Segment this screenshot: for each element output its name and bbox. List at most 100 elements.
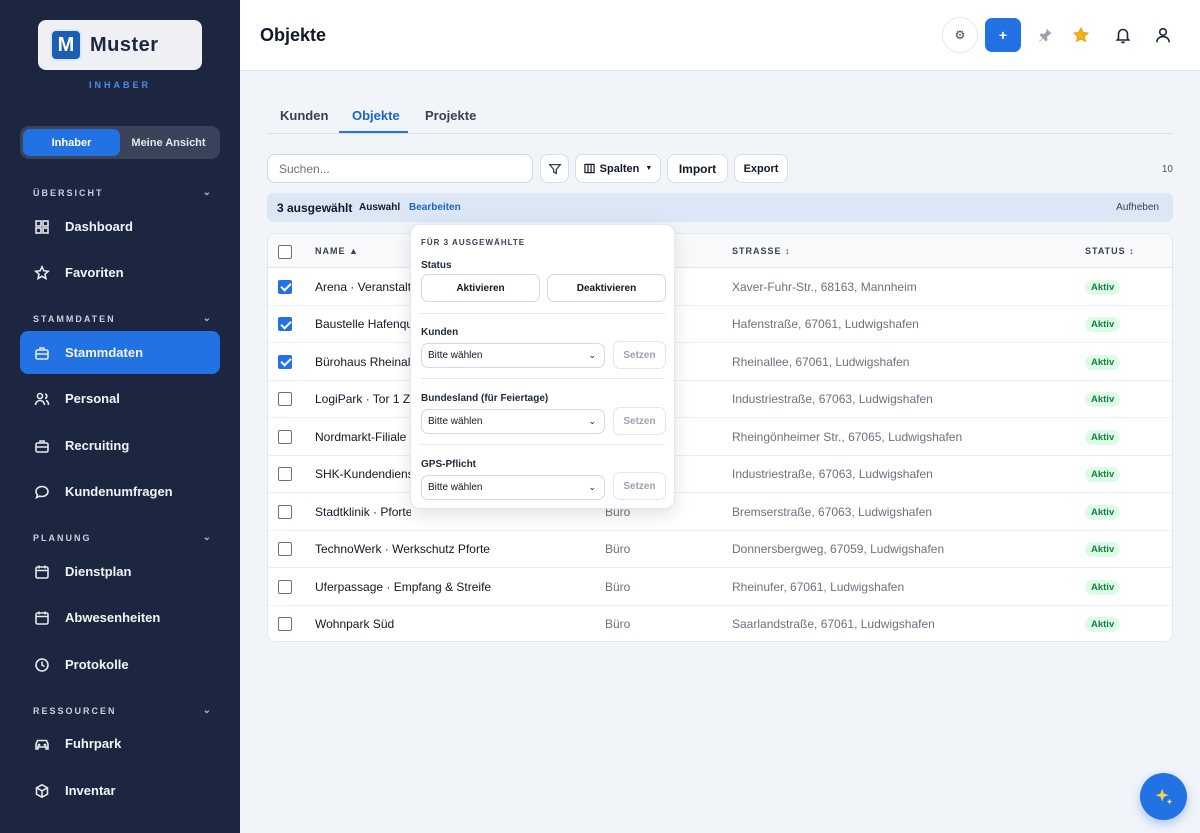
ai-assistant-button[interactable] — [1140, 773, 1187, 820]
kunden-select[interactable]: Bitte wählen ⌄ — [421, 343, 605, 368]
selection-bar: 3 ausgewählt Auswahl Bearbeiten Aufheben — [267, 193, 1173, 222]
column-header-name[interactable]: NAME ▲ — [315, 246, 359, 256]
toggle-meine-ansicht[interactable]: Meine Ansicht — [120, 129, 217, 156]
kunden-set-button[interactable]: Setzen — [613, 341, 666, 369]
sidebar-item-dashboard[interactable]: Dashboard — [20, 205, 220, 248]
row-name[interactable]: SHK-Kundendienst — [315, 467, 411, 481]
sidebar-item-fuhrpark[interactable]: Fuhrpark — [20, 722, 220, 765]
sidebar-item-inventar[interactable]: Inventar — [20, 769, 220, 812]
status-badge: Aktiv — [1085, 317, 1121, 333]
row-name[interactable]: Nordmarkt-Filiale — [315, 430, 411, 444]
sidebar-item-label: Abwesenheiten — [65, 610, 161, 625]
row-checkbox[interactable] — [278, 317, 292, 332]
table-row[interactable]: Wohnpark Süd Büro Saarlandstraße, 67061, L… — [268, 606, 1172, 642]
row-checkbox[interactable] — [278, 504, 292, 519]
row-name[interactable]: Stadtklinik · Pforte — [315, 505, 411, 519]
row-checkbox[interactable] — [278, 579, 292, 594]
table-row[interactable]: Uferpassage · Empfang & Streife Büro Rhein… — [268, 568, 1172, 606]
row-name[interactable]: Wohnpark Süd — [315, 617, 585, 631]
plus-icon: + — [998, 27, 1008, 43]
row-name[interactable]: Bürohaus Rheinallee — [315, 355, 411, 369]
status-badge: Aktiv — [1085, 579, 1121, 595]
sidebar-item-dienstplan[interactable]: Dienstplan — [20, 550, 220, 593]
sidebar-item-protokolle[interactable]: Protokolle — [20, 643, 220, 686]
add-button[interactable]: + — [985, 18, 1021, 52]
export-button[interactable]: Export — [734, 154, 788, 183]
status-badge: Aktiv — [1085, 504, 1121, 520]
column-header-status[interactable]: STATUS ↕ — [1085, 246, 1135, 256]
sidebar-item-stammdaten[interactable]: Stammdaten — [20, 331, 220, 374]
row-checkbox[interactable] — [278, 279, 292, 294]
sidebar-item-kundenumfragen[interactable]: Kundenumfragen — [20, 470, 220, 513]
divider — [421, 444, 665, 445]
table-row[interactable]: Bürohaus RheinalleeBüroRheinallee, 67061… — [268, 343, 1172, 381]
logo[interactable]: M Muster — [38, 20, 202, 70]
table-row[interactable]: Stadtklinik · Pforte Büro Bremserstraße, 6… — [268, 493, 1172, 531]
row-name[interactable]: Baustelle Hafenquartier — [315, 317, 411, 331]
row-name[interactable]: LogiPark · Tor 1 Zufahrt — [315, 392, 411, 406]
chevron-down-icon: ⌄ — [202, 705, 211, 716]
row-name[interactable]: Uferpassage · Empfang & Streife — [315, 580, 585, 594]
sidebar-item-recruiting[interactable]: Recruiting — [20, 424, 220, 467]
row-checkbox[interactable] — [278, 392, 292, 407]
gps-set-button[interactable]: Setzen — [613, 472, 666, 500]
bundesland-select[interactable]: Bitte wählen ⌄ — [421, 409, 605, 434]
row-name[interactable]: Arena · Veranstaltungsschutz — [315, 280, 411, 294]
row-street: Rheinallee, 67061, Ludwigshafen — [732, 354, 910, 369]
deactivate-button[interactable]: Deaktivieren — [547, 274, 666, 302]
notifications-button[interactable] — [1105, 18, 1141, 52]
table-row[interactable]: Arena · VeranstaltungsschutzBüroXaver-Fu… — [268, 268, 1172, 306]
profile-button[interactable] — [1145, 18, 1181, 52]
row-street: Saarlandstraße, 67061, Ludwigshafen — [732, 617, 935, 632]
sidebar-item-favoriten[interactable]: Favoriten — [20, 251, 220, 294]
sidebar-item-personal[interactable]: Personal — [20, 377, 220, 420]
row-checkbox[interactable] — [278, 467, 292, 482]
activate-button[interactable]: Aktivieren — [421, 274, 540, 302]
row-street: Donnersbergweg, 67059, Ludwigshafen — [732, 542, 945, 557]
section-uebersicht[interactable]: ÜBERSICHT ⌄ — [33, 187, 211, 198]
search-input[interactable] — [267, 154, 533, 183]
toggle-inhaber[interactable]: Inhaber — [23, 129, 120, 156]
bell-icon — [1115, 28, 1131, 44]
table-row[interactable]: LogiPark · Tor 1 ZufahrtBüroIndustriestr… — [268, 381, 1172, 418]
gear-icon: ⚙ — [954, 28, 966, 42]
chevron-down-icon: ⌄ — [202, 313, 211, 324]
calendar-icon — [34, 564, 50, 580]
section-planung[interactable]: PLANUNG ⌄ — [33, 532, 211, 543]
tab-objekte[interactable]: Objekte — [352, 108, 400, 123]
sidebar-item-abwesenheiten[interactable]: Abwesenheiten — [20, 596, 220, 639]
columns-button[interactable]: Spalten ▼ — [575, 154, 661, 183]
gps-select[interactable]: Bitte wählen ⌄ — [421, 475, 605, 500]
favorite-button[interactable] — [1063, 18, 1099, 52]
settings-button[interactable]: ⚙ — [942, 17, 978, 53]
column-header-strasse[interactable]: STRASSE ↕ — [732, 246, 791, 256]
tab-kunden[interactable]: Kunden — [280, 108, 328, 123]
selection-auswahl-link[interactable]: Auswahl — [359, 202, 400, 213]
table-row[interactable]: Baustelle HafenquartierBüroHafenstraße, … — [268, 306, 1172, 343]
import-button[interactable]: Import — [667, 154, 728, 183]
section-ressourcen[interactable]: RESSOURCEN ⌄ — [33, 705, 211, 716]
pin-button[interactable] — [1027, 18, 1063, 52]
table-row[interactable]: TechnoWerk · Werkschutz Pforte Büro Donner… — [268, 531, 1172, 568]
table-row[interactable]: SHK-KundendienstBüroIndustriestraße, 670… — [268, 456, 1172, 493]
row-checkbox[interactable] — [278, 542, 292, 557]
bundesland-set-button[interactable]: Setzen — [613, 407, 666, 435]
chevron-down-icon: ⌄ — [202, 187, 211, 198]
section-uebersicht-label: ÜBERSICHT — [33, 187, 104, 198]
selection-clear-link[interactable]: Aufheben — [1116, 202, 1159, 213]
row-checkbox[interactable] — [278, 429, 292, 444]
selection-bearbeiten-link[interactable]: Bearbeiten — [409, 202, 461, 213]
select-all-checkbox[interactable] — [278, 245, 292, 259]
row-checkbox[interactable] — [278, 354, 292, 369]
table-row[interactable]: Nordmarkt-FilialeBüroRheingönheimer Str.… — [268, 418, 1172, 456]
row-street: Rheinufer, 67061, Ludwigshafen — [732, 579, 905, 594]
section-stammdaten[interactable]: STAMMDATEN ⌄ — [33, 313, 211, 324]
role-label: INHABER — [88, 80, 151, 90]
sparkles-icon — [1155, 788, 1172, 804]
tab-projekte[interactable]: Projekte — [425, 108, 476, 123]
filter-button[interactable] — [540, 154, 569, 183]
row-name[interactable]: TechnoWerk · Werkschutz Pforte — [315, 542, 585, 556]
sidebar-item-label: Kundenumfragen — [65, 484, 173, 499]
filter-icon — [547, 163, 562, 174]
row-checkbox[interactable] — [278, 617, 292, 632]
